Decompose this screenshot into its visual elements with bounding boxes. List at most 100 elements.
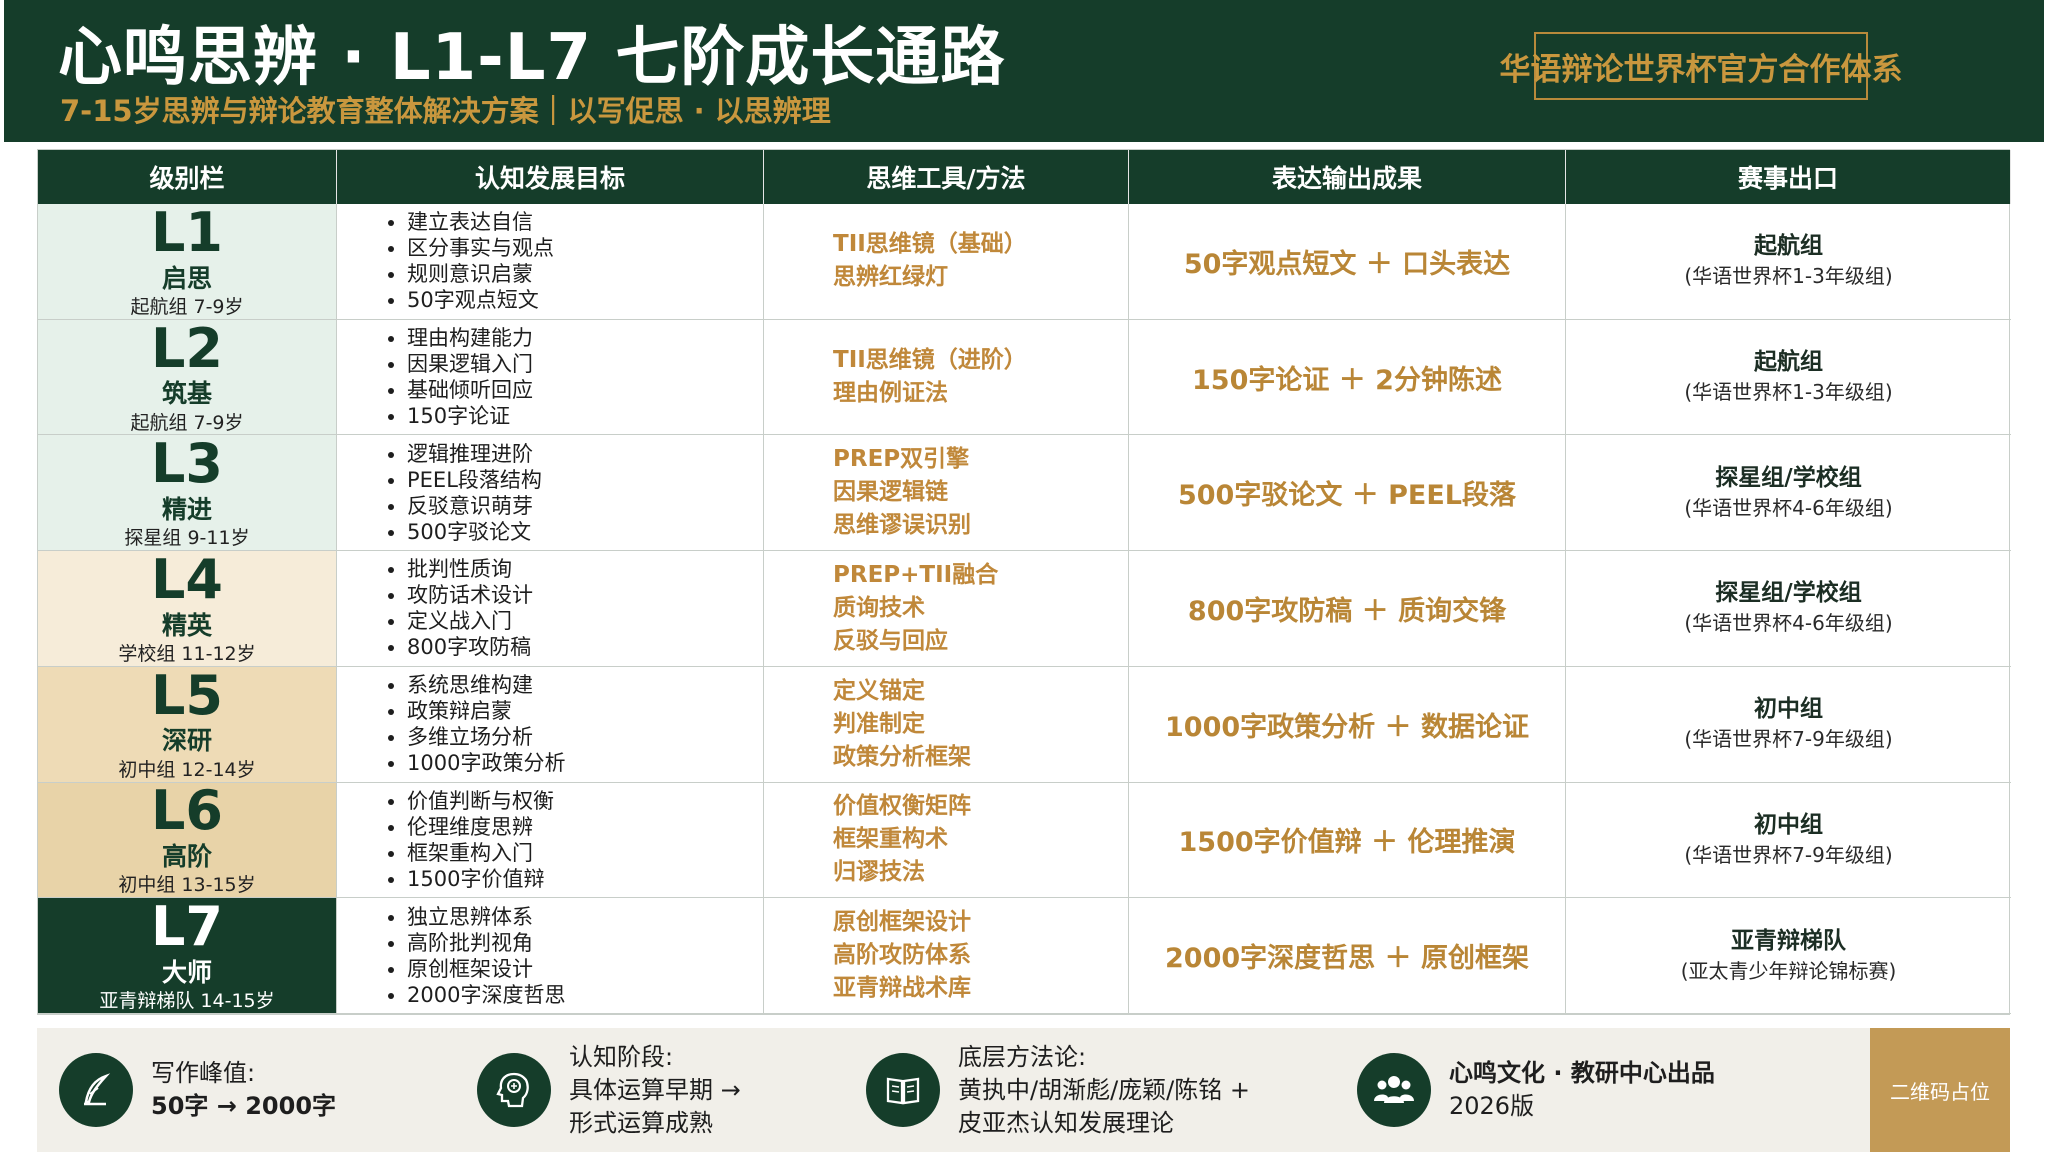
- goals-cell: 批判性质询攻防话术设计定义战入门800字攻防稿: [337, 551, 764, 667]
- level-code: L7: [151, 898, 223, 959]
- goal-item: 1500字价值辩: [407, 866, 554, 892]
- level-name: 深研: [161, 726, 212, 756]
- level-code: L4: [151, 551, 223, 612]
- goal-item: 批判性质询: [407, 556, 533, 582]
- tool-item: 理由例证法: [833, 380, 948, 407]
- tools-cell: TII思维镜（进阶） 理由例证法: [764, 319, 1129, 436]
- level-cell: L3 精进 探星组 9-11岁: [38, 435, 337, 552]
- book-icon: [866, 1053, 940, 1127]
- level-cell: L4 精英 学校组 11-12岁: [38, 551, 337, 667]
- level-age-group: 亚青辩梯队 14-15岁: [99, 990, 275, 1013]
- tool-item: 定义锚定: [833, 677, 925, 704]
- goal-item: 系统思维构建: [407, 672, 565, 698]
- competition-exit-cell: 起航组 (华语世界杯1-3年级组): [1566, 204, 2011, 320]
- goal-item: 理由构建能力: [407, 325, 533, 351]
- header-tools: 思维工具/方法: [764, 150, 1129, 204]
- brain-head-icon: [477, 1053, 551, 1127]
- tools-cell: TII思维镜（基础） 思辨红绿灯: [764, 204, 1129, 320]
- goal-item: 区分事实与观点: [407, 235, 554, 261]
- header-banner: 心鸣思辨 · L1-L7 七阶成长通路 7-15岁思辨与辩论教育整体解决方案｜以…: [4, 0, 2044, 142]
- goals-cell: 价值判断与权衡伦理维度思辨框架重构入门1500字价值辩: [337, 782, 764, 899]
- exit-note: (华语世界杯7-9年级组): [1684, 727, 1893, 752]
- goal-item: 基础倾听回应: [407, 377, 533, 403]
- tool-item: 质询技术: [833, 594, 925, 621]
- output-cell: 1500字价值辩 ＋ 伦理推演: [1129, 782, 1566, 899]
- footer-value: 具体运算早期 →: [569, 1075, 741, 1104]
- competition-exit-cell: 起航组 (华语世界杯1-3年级组): [1566, 320, 2011, 436]
- footer-bar: 写作峰值: 50字 → 2000字 认知阶段: 具体运算早期 → 形式运算成熟 …: [37, 1028, 2010, 1152]
- goal-item: 150字论证: [407, 403, 533, 429]
- goal-item: 规则意识启蒙: [407, 261, 554, 287]
- goals-cell: 独立思辨体系高阶批判视角原创框架设计2000字深度哲思: [337, 898, 764, 1014]
- exit-note: (华语世界杯7-9年级组): [1684, 842, 1893, 867]
- tool-item: PREP双引擎: [833, 446, 970, 473]
- level-code: L3: [151, 435, 223, 496]
- goal-item: 高阶批判视角: [407, 930, 565, 956]
- tools-cell: PREP双引擎 因果逻辑链 思维谬误识别: [764, 435, 1129, 552]
- level-code: L2: [151, 319, 223, 380]
- level-cell: L2 筑基 起航组 7-9岁: [38, 319, 337, 436]
- exit-note: (华语世界杯4-6年级组): [1684, 495, 1893, 520]
- exit-group: 起航组: [1754, 233, 1823, 260]
- competition-exit-cell: 亚青辩梯队 (亚太青少年辩论锦标赛): [1566, 898, 2011, 1014]
- competition-exit-cell: 探星组/学校组 (华语世界杯4-6年级组): [1566, 435, 2011, 552]
- footer-value: 形式运算成熟: [569, 1108, 713, 1137]
- exit-group: 亚青辩梯队: [1731, 927, 1846, 954]
- goals-list: 逻辑推理进阶PEEL段落结构反驳意识萌芽500字驳论文: [337, 441, 542, 545]
- goal-item: PEEL段落结构: [407, 467, 542, 493]
- level-name: 启思: [161, 263, 212, 293]
- tools-cell: PREP+TII融合 质询技术 反驳与回应: [764, 551, 1129, 667]
- goal-item: 2000字深度哲思: [407, 982, 565, 1008]
- tool-item: PREP+TII融合: [833, 561, 999, 588]
- qr-code-placeholder: 二维码占位: [1870, 1028, 2010, 1152]
- tool-item: 高阶攻防体系: [833, 942, 971, 969]
- output-cell: 1000字政策分析 ＋ 数据论证: [1129, 666, 1566, 783]
- goal-item: 独立思辨体系: [407, 904, 565, 930]
- goal-item: 逻辑推理进阶: [407, 441, 542, 467]
- level-cell: L7 大师亚青辩梯队 14-15岁: [38, 898, 337, 1014]
- goals-list: 理由构建能力因果逻辑入门基础倾听回应150字论证: [337, 325, 533, 429]
- exit-group: 起航组: [1754, 349, 1823, 376]
- goals-cell: 建立表达自信区分事实与观点规则意识启蒙50字观点短文: [337, 204, 764, 320]
- level-name: 高阶: [161, 842, 212, 872]
- goal-item: 价值判断与权衡: [407, 788, 554, 814]
- tool-item: 框架重构术: [833, 826, 948, 853]
- tool-item: 亚青辩战术库: [833, 975, 971, 1002]
- goal-item: 伦理维度思辨: [407, 814, 554, 840]
- level-code: L1: [151, 204, 223, 264]
- footer-label: 底层方法论:: [958, 1042, 1087, 1071]
- output-cell: 50字观点短文 ＋ 口头表达: [1129, 204, 1566, 320]
- goal-item: 50字观点短文: [407, 287, 554, 313]
- goal-item: 800字攻防稿: [407, 634, 533, 660]
- footer-value: 50字 → 2000字: [151, 1092, 337, 1120]
- goal-item: 因果逻辑入门: [407, 351, 533, 377]
- level-name: 大师: [161, 957, 212, 987]
- output-cell: 800字攻防稿 ＋ 质询交锋: [1129, 551, 1566, 667]
- tool-item: 因果逻辑链: [833, 479, 948, 506]
- footer-label: 心鸣文化 · 教研中心出品: [1449, 1059, 1715, 1087]
- footer-methodology: 底层方法论: 黄执中/胡渐彪/庞颖/陈铭 + 皮亚杰认知发展理论: [866, 1028, 1250, 1152]
- page-subtitle: 7-15岁思辨与辩论教育整体解决方案｜以写促思 · 以思辨理: [60, 94, 831, 128]
- goals-list: 系统思维构建政策辩启蒙多维立场分析1000字政策分析: [337, 672, 565, 776]
- exit-group: 初中组: [1754, 696, 1823, 723]
- goals-list: 独立思辨体系高阶批判视角原创框架设计2000字深度哲思: [337, 904, 565, 1008]
- goals-cell: 理由构建能力因果逻辑入门基础倾听回应150字论证: [337, 319, 764, 436]
- output-cell: 500字驳论文 ＋ PEEL段落: [1129, 435, 1566, 552]
- tool-item: 归谬技法: [833, 859, 925, 886]
- exit-group: 探星组/学校组: [1715, 580, 1862, 607]
- competition-exit-cell: 初中组 (华语世界杯7-9年级组): [1566, 783, 2011, 899]
- goals-cell: 系统思维构建政策辩启蒙多维立场分析1000字政策分析: [337, 666, 764, 783]
- goal-item: 攻防话术设计: [407, 582, 533, 608]
- goal-item: 框架重构入门: [407, 840, 554, 866]
- level-age-group: 初中组 13-15岁: [118, 874, 256, 897]
- tool-item: 政策分析框架: [833, 743, 971, 770]
- footer-cognitive-stage: 认知阶段: 具体运算早期 → 形式运算成熟: [477, 1028, 741, 1152]
- goals-cell: 逻辑推理进阶PEEL段落结构反驳意识萌芽500字驳论文: [337, 435, 764, 552]
- tool-item: 思辨红绿灯: [833, 264, 948, 291]
- footer-label: 写作峰值:: [151, 1059, 256, 1087]
- tool-item: TII思维镜（基础）: [833, 231, 1027, 258]
- output-cell: 150字论证 ＋ 2分钟陈述: [1129, 319, 1566, 436]
- level-code: L5: [151, 666, 223, 727]
- level-name: 精进: [161, 495, 212, 525]
- tools-cell: 原创框架设计 高阶攻防体系 亚青辩战术库: [764, 898, 1129, 1014]
